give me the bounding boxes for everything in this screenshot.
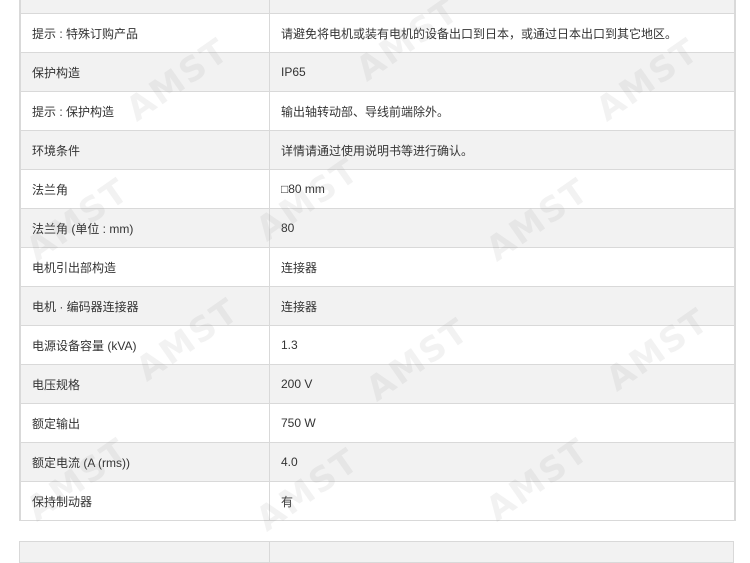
spec-value: 1.3 [269,325,735,365]
table-row: 环境条件 详情请通过使用说明书等进行确认。 [20,130,735,170]
spec-table: 提示 : 特殊订购产品 请避免将电机或装有电机的设备出口到日本，或通过日本出口到… [20,0,735,521]
spec-label [20,0,270,14]
spec-table-wrapper: 提示 : 特殊订购产品 请避免将电机或装有电机的设备出口到日本，或通过日本出口到… [19,0,736,521]
spec-label: 保护构造 [20,52,270,92]
spec-value: 80 [269,208,735,248]
table-row: 电源设备容量 (kVA) 1.3 [20,325,735,365]
spec-label: 电机引出部构造 [20,247,270,287]
spec-label: 额定电流 (A (rms)) [20,442,270,482]
spec-value: 有 [269,481,735,521]
spec-value: 连接器 [269,286,735,326]
table-row: 提示 : 保护构造 输出轴转动部、导线前端除外。 [20,91,735,131]
table-row: 保护构造 IP65 [20,52,735,92]
spec-label: 法兰角 (单位 : mm) [20,208,270,248]
spec-label: 电源设备容量 (kVA) [20,325,270,365]
table-row: 提示 : 特殊订购产品 请避免将电机或装有电机的设备出口到日本，或通过日本出口到… [20,13,735,53]
spec-label: 额定输出 [20,403,270,443]
spec-value [269,0,735,14]
table-row: 额定电流 (A (rms)) 4.0 [20,442,735,482]
spec-label: 电机 · 编码器连接器 [20,286,270,326]
spec-label: 保持制动器 [20,481,270,521]
spec-label: 法兰角 [20,169,270,209]
table-row: 电压规格 200 V [20,364,735,404]
table-row: 额定输出 750 W [20,403,735,443]
table-row: 保持制动器 有 [20,481,735,521]
spec-value: 200 V [269,364,735,404]
table-row: 法兰角 (单位 : mm) 80 [20,208,735,248]
table-row: 电机 · 编码器连接器 连接器 [20,286,735,326]
table-row: 电机引出部构造 连接器 [20,247,735,287]
spec-value: 连接器 [269,247,735,287]
table-row: 法兰角 □80 mm [20,169,735,209]
spec-value: IP65 [269,52,735,92]
column-divider [269,542,270,562]
spec-label: 提示 : 保护构造 [20,91,270,131]
table-row [20,0,735,14]
spec-label: 环境条件 [20,130,270,170]
spec-value: 输出轴转动部、导线前端除外。 [269,91,735,131]
spec-label: 电压规格 [20,364,270,404]
spec-value: 详情请通过使用说明书等进行确认。 [269,130,735,170]
spec-label: 提示 : 特殊订购产品 [20,13,270,53]
spec-value: □80 mm [269,169,735,209]
next-table-top [19,541,734,563]
spec-value: 请避免将电机或装有电机的设备出口到日本，或通过日本出口到其它地区。 [269,13,735,53]
spec-value: 750 W [269,403,735,443]
spec-value: 4.0 [269,442,735,482]
